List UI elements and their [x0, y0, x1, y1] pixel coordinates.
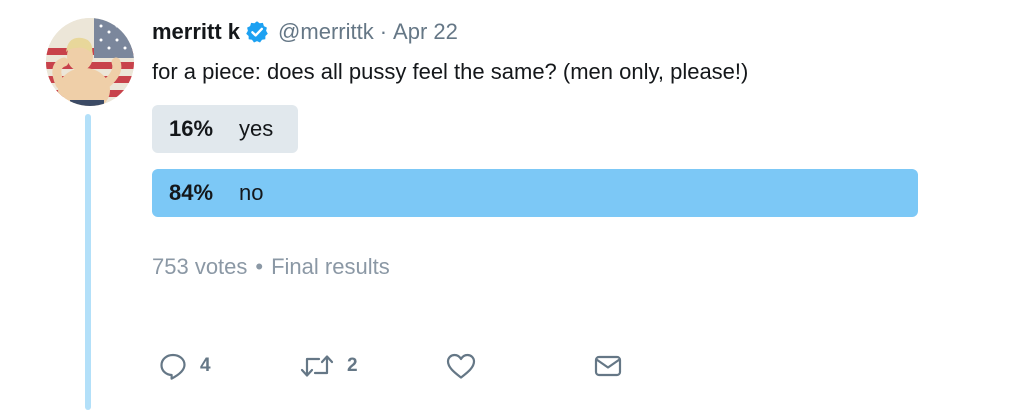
verified-badge-icon: [245, 20, 269, 44]
tweet-action-bar: 4 2: [152, 348, 652, 384]
poll-option-percent: 84%: [169, 180, 214, 205]
author-handle[interactable]: @merrittk: [278, 19, 374, 45]
tweet-header: merritt k @merrittk · Apr 22: [152, 17, 458, 47]
tweet-timestamp[interactable]: Apr 22: [393, 19, 458, 45]
header-separator: ·: [379, 19, 388, 44]
poll-option-no: 84% no: [152, 169, 918, 217]
poll-option-percent: 16%: [169, 116, 214, 141]
reply-icon: [158, 351, 188, 381]
direct-message-button[interactable]: [593, 348, 623, 384]
poll-option-text: yes: [239, 116, 274, 141]
author-display-name[interactable]: merritt k: [152, 19, 240, 45]
reply-button[interactable]: 4: [158, 348, 211, 384]
poll-option-yes: 16% yes: [152, 105, 918, 153]
poll-option-label: 84% no: [169, 169, 263, 217]
poll-status: Final results: [271, 254, 390, 279]
poll-summary: 753 votes • Final results: [152, 254, 390, 280]
tweet-text: for a piece: does all pussy feel the sam…: [152, 59, 749, 84]
retweet-count: 2: [347, 355, 358, 376]
author-avatar[interactable]: [46, 18, 134, 106]
poll-option-bar: [152, 169, 918, 217]
like-button[interactable]: [445, 348, 477, 384]
retweet-icon: [299, 351, 335, 381]
poll-vote-count: 753 votes: [152, 254, 248, 279]
poll-option-text: no: [239, 180, 264, 205]
poll-option-label: 16% yes: [169, 105, 273, 153]
reply-count: 4: [200, 355, 211, 376]
direct-message-icon: [593, 351, 623, 381]
thread-connector-line: [85, 114, 91, 410]
poll-summary-separator: •: [255, 254, 264, 279]
like-heart-icon: [445, 351, 477, 381]
avatar-image: [46, 18, 134, 106]
retweet-button[interactable]: 2: [299, 348, 358, 384]
